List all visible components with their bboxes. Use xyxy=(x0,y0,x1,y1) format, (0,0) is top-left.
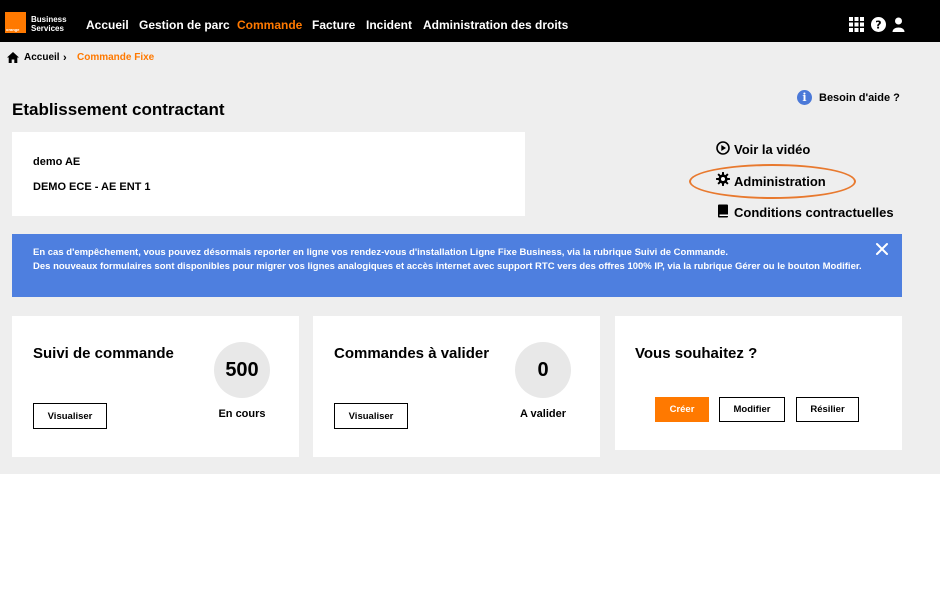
user-icon[interactable] xyxy=(891,17,906,32)
nav-accueil[interactable]: Accueil xyxy=(86,18,129,32)
info-icon[interactable]: i xyxy=(797,90,812,105)
commandes-a-valider-card: Commandes à valider 0 A valider Visualis… xyxy=(313,316,600,457)
close-icon[interactable] xyxy=(875,242,889,256)
contract-entity: DEMO ECE - AE ENT 1 xyxy=(33,181,151,193)
info-banner: En cas d'empêchement, vous pouvez désorm… xyxy=(12,234,902,297)
breadcrumb-home[interactable]: Accueil xyxy=(24,52,60,63)
nav-facture[interactable]: Facture xyxy=(312,18,355,32)
vous-souhaitez-card: Vous souhaitez ? Créer Modifier Résilier xyxy=(615,316,902,450)
vous-souhaitez-title: Vous souhaitez ? xyxy=(635,345,758,362)
play-circle-icon xyxy=(716,141,730,155)
administration-link[interactable]: Administration xyxy=(734,174,826,189)
orange-logo[interactable]: orange xyxy=(5,12,26,33)
nav-administration-des-droits[interactable]: Administration des droits xyxy=(423,18,568,32)
svg-text:?: ? xyxy=(875,19,881,32)
book-icon xyxy=(718,204,728,218)
conditions-link[interactable]: Conditions contractuelles xyxy=(734,205,894,220)
valider-visualiser-button[interactable]: Visualiser xyxy=(334,403,408,429)
banner-text: En cas d'empêchement, vous pouvez désorm… xyxy=(33,246,863,274)
modifier-button[interactable]: Modifier xyxy=(719,397,785,422)
grid-icon[interactable] xyxy=(849,17,864,32)
top-navigation-bar: orange Business Services Accueil Gestion… xyxy=(0,0,940,42)
brand-line-1: Business xyxy=(31,15,67,24)
nav-commande[interactable]: Commande xyxy=(237,18,302,32)
suivi-commande-title: Suivi de commande xyxy=(33,345,174,362)
resilier-button[interactable]: Résilier xyxy=(796,397,859,422)
help-link[interactable]: Besoin d'aide ? xyxy=(819,92,900,104)
contract-name: demo AE xyxy=(33,156,81,168)
contract-card: demo AE DEMO ECE - AE ENT 1 xyxy=(12,132,525,216)
banner-line-1: En cas d'empêchement, vous pouvez désorm… xyxy=(33,247,729,258)
suivi-visualiser-button[interactable]: Visualiser xyxy=(33,403,107,429)
help-circle-icon[interactable]: ? xyxy=(871,17,886,32)
commandes-a-valider-count: 0 xyxy=(515,342,571,398)
suivi-commande-count: 500 xyxy=(214,342,270,398)
suivi-commande-card: Suivi de commande 500 En cours Visualise… xyxy=(12,316,299,457)
creer-button[interactable]: Créer xyxy=(655,397,709,422)
breadcrumb-current: Commande Fixe xyxy=(77,52,155,63)
page-title: Etablissement contractant xyxy=(12,100,225,119)
commandes-a-valider-count-label: A valider xyxy=(519,408,567,420)
video-link[interactable]: Voir la vidéo xyxy=(734,142,810,157)
nav-incident[interactable]: Incident xyxy=(366,18,412,32)
logo-small-text: orange xyxy=(6,27,20,32)
commandes-a-valider-title: Commandes à valider xyxy=(334,345,490,362)
home-icon[interactable] xyxy=(7,52,19,63)
brand-name: Business Services xyxy=(31,15,67,33)
banner-line-2: Des nouveaux formulaires sont disponible… xyxy=(33,261,862,272)
gear-icon xyxy=(716,172,730,186)
suivi-commande-count-label: En cours xyxy=(218,408,266,420)
breadcrumb-chevron-icon: › xyxy=(63,52,67,64)
nav-gestion-de-parc[interactable]: Gestion de parc xyxy=(139,18,230,32)
brand-line-2: Services xyxy=(31,24,64,33)
